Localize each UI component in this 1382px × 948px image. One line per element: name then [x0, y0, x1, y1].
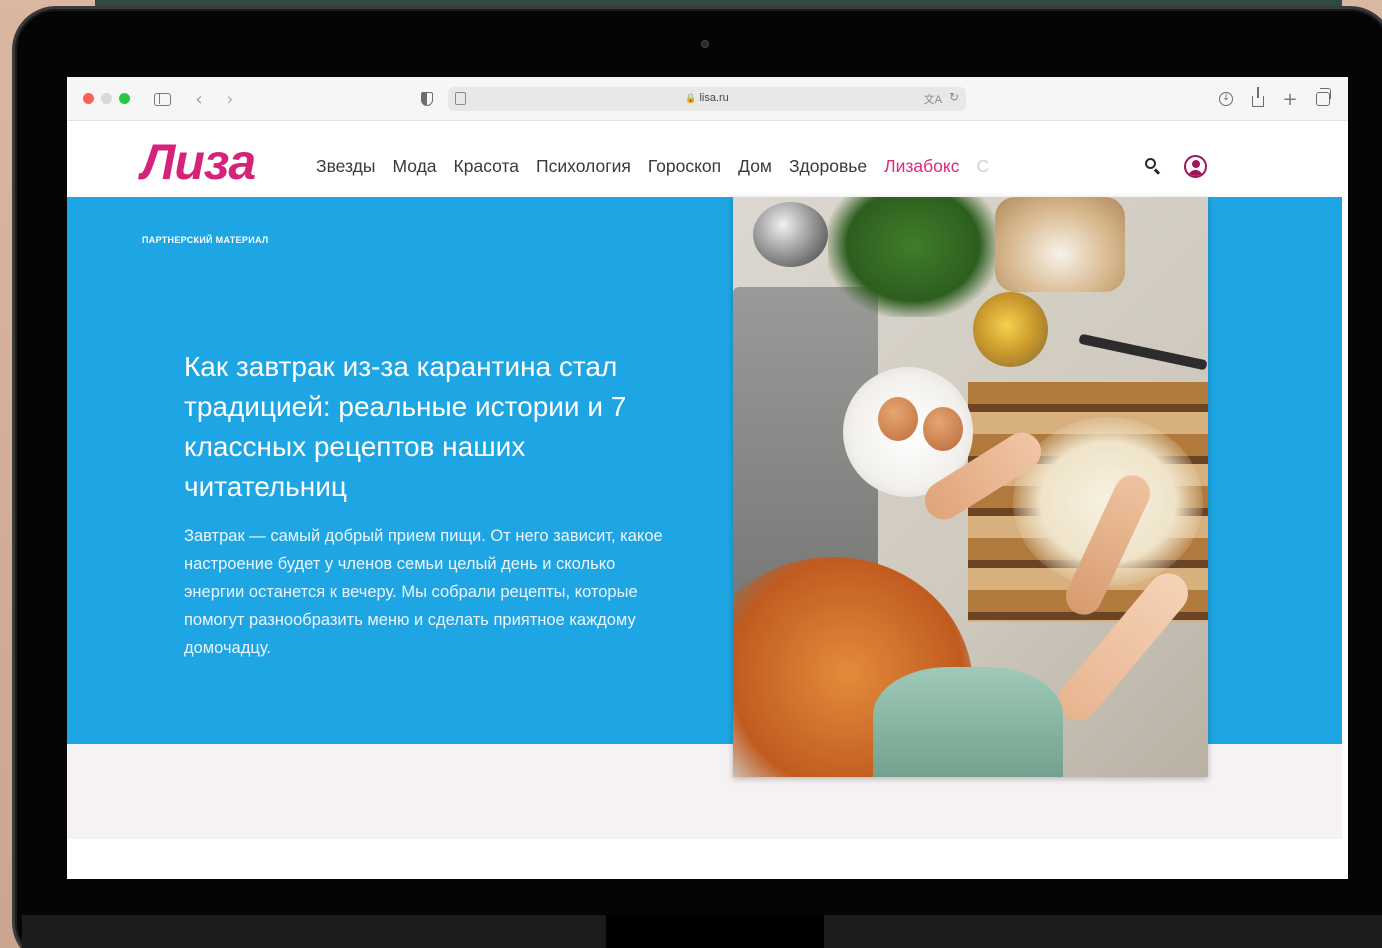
zoom-window-button[interactable]: [119, 93, 130, 104]
search-icon[interactable]: [1144, 157, 1162, 175]
site-header: Лиза Звезды Мода Красота Психология Горо…: [67, 121, 1348, 197]
nav-item-home[interactable]: Дом: [738, 156, 772, 177]
tabs-overview-icon[interactable]: [1312, 88, 1334, 110]
nav-item-horoscope[interactable]: Гороскоп: [648, 156, 721, 177]
camera-icon: [701, 40, 709, 48]
nav-item-fashion[interactable]: Мода: [392, 156, 436, 177]
browser-toolbar: ‹ › 🔒 lisa.ru 文A ↻ ↓ +: [67, 77, 1348, 121]
share-icon[interactable]: [1247, 87, 1269, 110]
sidebar-toggle-icon[interactable]: [151, 88, 173, 110]
forward-icon[interactable]: ›: [219, 88, 241, 110]
back-icon[interactable]: ‹: [188, 88, 210, 110]
article-photo[interactable]: [733, 197, 1208, 777]
lock-icon: 🔒: [685, 93, 697, 103]
article-title[interactable]: Как завтрак из-за карантина стал традици…: [184, 347, 684, 507]
new-tab-icon[interactable]: +: [1279, 88, 1301, 110]
nav-item-stars[interactable]: Звезды: [316, 156, 375, 177]
browser-screen: ‹ › 🔒 lisa.ru 文A ↻ ↓ + Лиза Звезды Мода К…: [67, 77, 1348, 879]
download-icon[interactable]: ↓: [1215, 88, 1237, 110]
minimize-window-button[interactable]: [101, 93, 112, 104]
user-icon[interactable]: [1184, 155, 1207, 178]
url-text: lisa.ru: [699, 92, 729, 104]
nav-item-health[interactable]: Здоровье: [789, 156, 867, 177]
article-lead: Завтрак — самый добрый прием пищи. От не…: [184, 527, 663, 657]
reload-icon[interactable]: ↻: [949, 90, 959, 104]
address-bar[interactable]: 🔒 lisa.ru 文A ↻: [448, 87, 966, 111]
laptop-notch: [606, 915, 824, 948]
shield-icon[interactable]: [416, 88, 438, 110]
nav-item-beauty[interactable]: Красота: [454, 156, 520, 177]
main-nav: Звезды Мода Красота Психология Гороскоп …: [316, 156, 1006, 177]
url-display[interactable]: 🔒 lisa.ru: [448, 92, 966, 104]
nav-item-faded[interactable]: С: [976, 156, 989, 177]
translate-icon[interactable]: 文A: [924, 91, 942, 107]
nav-item-psychology[interactable]: Психология: [536, 156, 631, 177]
site-logo[interactable]: Лиза: [141, 133, 256, 191]
close-window-button[interactable]: [83, 93, 94, 104]
nav-item-lizabox[interactable]: Лизабокс: [884, 156, 959, 177]
partner-label: ПАРТНЕРСКИЙ МАТЕРИАЛ: [142, 235, 269, 245]
